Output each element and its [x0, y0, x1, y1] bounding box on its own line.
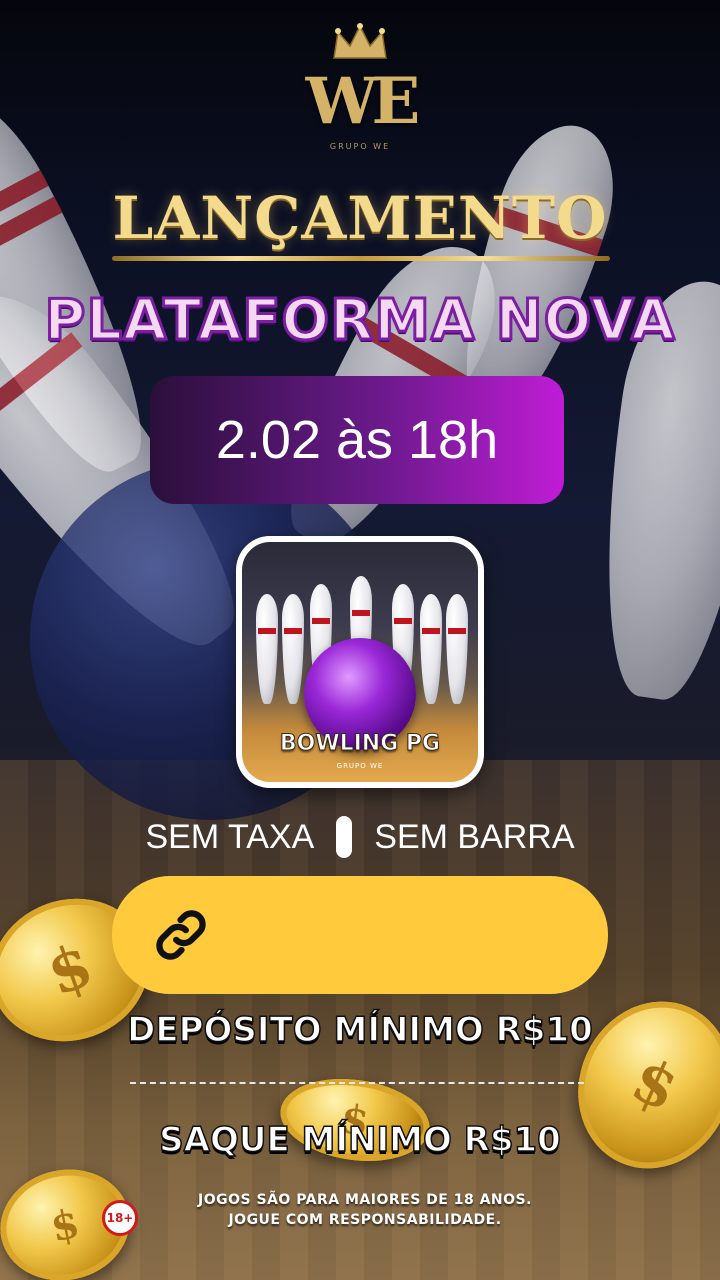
game-app-artwork: BOWLING PG GRUPO WE	[242, 542, 478, 782]
minimum-deposit: DEPÓSITO MÍNIMO R$10	[126, 1009, 593, 1051]
crown-icon	[333, 23, 387, 59]
minimum-withdrawal: SAQUE MÍNIMO R$10	[158, 1119, 561, 1161]
game-app-icon[interactable]: BOWLING PG GRUPO WE	[236, 536, 484, 788]
brand-logo: WE GRUPO WE	[0, 22, 720, 151]
logo-subtitle: GRUPO WE	[329, 142, 391, 151]
game-title: BOWLING PG	[279, 731, 441, 757]
responsibility-disclaimer: JOGOS SÃO PARA MAIORES DE 18 ANOS. JOGUE…	[150, 1190, 580, 1230]
platform-heading: PLATAFORMA NOVA	[43, 287, 676, 355]
launch-heading: LANÇAMENTO	[112, 184, 608, 252]
age-restriction-badge: 18+	[102, 1200, 138, 1236]
feature-no-bar: SEM BARRA	[374, 817, 575, 856]
feature-separator	[336, 816, 353, 858]
disclaimer-line-2: JOGUE COM RESPONSABILIDADE.	[228, 1212, 502, 1228]
game-subtitle: GRUPO WE	[336, 762, 384, 770]
pin-icon	[446, 594, 468, 704]
pin-icon	[256, 594, 278, 704]
dashed-divider	[130, 1082, 584, 1084]
disclaimer-line-1: JOGOS SÃO PARA MAIORES DE 18 ANOS.	[198, 1192, 532, 1208]
pin-icon	[282, 594, 304, 704]
link-icon	[156, 910, 206, 960]
gold-divider	[112, 256, 610, 261]
features-row: SEM TAXA SEM BARRA	[0, 812, 720, 862]
launch-date-badge: 2.02 às 18h	[150, 376, 564, 504]
pin-icon	[420, 594, 442, 704]
feature-no-fee: SEM TAXA	[145, 817, 315, 856]
link-button[interactable]	[112, 876, 608, 994]
logo-mark: WE	[305, 64, 421, 139]
launch-date-text: 2.02 às 18h	[215, 410, 499, 470]
